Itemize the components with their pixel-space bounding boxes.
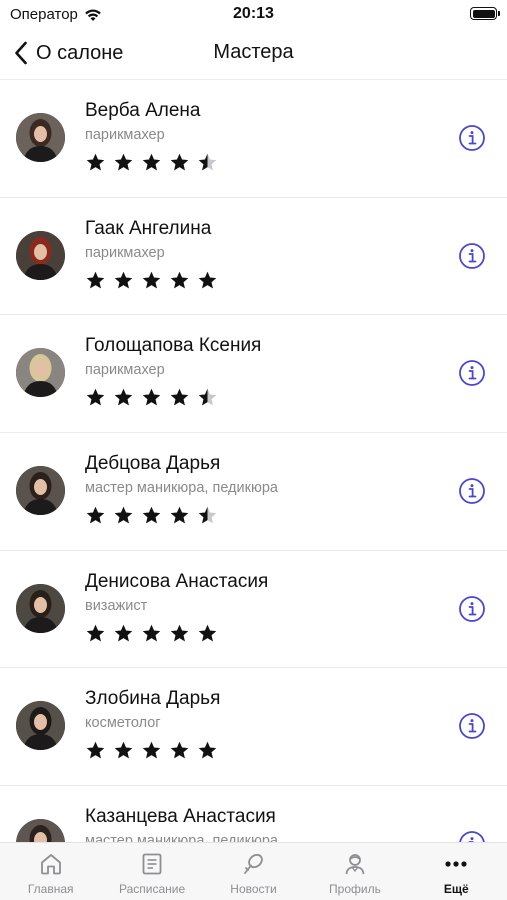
page-title: Мастера xyxy=(213,41,294,63)
master-name: Голощапова Ксения xyxy=(85,335,262,357)
master-role: парикмахер xyxy=(85,127,165,143)
star-icon xyxy=(170,271,189,289)
master-name: Верба Алена xyxy=(85,100,201,121)
star-icon xyxy=(142,624,161,642)
star-icon xyxy=(198,271,217,289)
list-item[interactable]: Гаак Ангелина парикмахер xyxy=(0,198,507,316)
status-bar: Оператор 20:13 xyxy=(0,0,507,28)
list-item[interactable]: Злобина Дарья косметолог xyxy=(0,668,507,787)
list-item[interactable]: Голощапова Ксения парикмахер xyxy=(0,315,507,434)
star-icon xyxy=(114,742,133,759)
tab-label: Профиль xyxy=(329,882,381,896)
star-icon xyxy=(86,153,105,171)
master-role: парикмахер xyxy=(85,362,165,379)
avatar xyxy=(16,113,65,162)
tab-label: Новости xyxy=(230,882,277,896)
master-role: мастер маникюра, педикюра xyxy=(85,480,278,497)
master-role: мастер маникюра, педикюра xyxy=(85,833,278,842)
avatar xyxy=(16,583,65,633)
rating-stars xyxy=(85,740,218,761)
star-icon xyxy=(170,742,189,759)
avatar xyxy=(16,701,65,751)
star-icon xyxy=(86,506,105,524)
more-icon xyxy=(445,861,467,867)
tab-home[interactable]: Главная xyxy=(0,843,101,900)
star-icon xyxy=(114,153,133,171)
star-icon xyxy=(170,389,189,406)
info-icon[interactable] xyxy=(458,359,486,387)
news-icon xyxy=(243,853,263,874)
star-icon xyxy=(198,389,217,406)
avatar xyxy=(16,230,65,280)
star-icon xyxy=(198,742,217,759)
star-icon xyxy=(142,742,161,759)
navigation-bar: О салоне Мастера xyxy=(0,28,507,80)
profile-icon xyxy=(345,854,365,875)
home-icon xyxy=(40,854,61,875)
master-role: косметолог xyxy=(85,715,161,732)
rating-stars xyxy=(85,270,218,291)
masters-list[interactable]: Верба Алена парикмахер Гаак Ангелина парикм… xyxy=(0,80,507,842)
star-icon xyxy=(114,506,133,524)
info-icon[interactable] xyxy=(458,242,486,270)
avatar xyxy=(16,819,65,842)
master-name: Злобина Дарья xyxy=(85,688,221,710)
tab-bar: Главная Расписание Новости Профиль Ещё xyxy=(0,842,507,900)
avatar xyxy=(16,466,65,516)
list-item[interactable]: Казанцева Анастасия мастер маникюра, педи… xyxy=(0,786,507,842)
master-name: Денисова Анастасия xyxy=(85,570,269,592)
star-icon xyxy=(114,624,133,642)
info-icon[interactable] xyxy=(458,124,486,152)
status-time: 20:13 xyxy=(233,5,274,22)
master-name: Казанцева Анастасия xyxy=(85,806,276,828)
schedule-icon xyxy=(142,853,162,875)
info-icon[interactable] xyxy=(458,712,486,740)
tab-news[interactable]: Новости xyxy=(203,843,304,900)
master-name: Гаак Ангелина xyxy=(85,217,212,239)
star-icon xyxy=(142,506,161,524)
list-item[interactable]: Дебцова Дарья мастер маникюра, педикюра xyxy=(0,433,507,551)
rating-stars xyxy=(85,505,218,526)
rating-stars xyxy=(85,387,218,408)
master-role: парикмахер xyxy=(85,244,165,261)
star-icon xyxy=(142,389,161,406)
tab-more[interactable]: Ещё xyxy=(406,843,507,900)
tab-label: Главная xyxy=(27,882,74,896)
rating-stars xyxy=(85,152,218,173)
list-item[interactable]: Верба Алена парикмахер xyxy=(0,80,507,198)
star-icon xyxy=(114,271,133,289)
master-name: Дебцова Дарья xyxy=(85,453,221,475)
star-icon xyxy=(86,271,105,289)
list-item[interactable]: Денисова Анастасия визажист xyxy=(0,551,507,669)
star-icon xyxy=(86,624,105,642)
master-role: визажист xyxy=(85,597,148,614)
star-icon xyxy=(142,271,161,289)
star-icon xyxy=(198,153,217,171)
info-icon[interactable] xyxy=(458,595,486,623)
tab-profile[interactable]: Профиль xyxy=(304,843,405,900)
info-icon[interactable] xyxy=(458,830,486,842)
tab-label: Расписание xyxy=(119,882,186,896)
star-icon xyxy=(170,153,189,171)
star-icon xyxy=(86,389,105,406)
star-icon xyxy=(86,742,105,759)
star-icon xyxy=(142,153,161,171)
rating-stars xyxy=(85,623,218,644)
star-icon xyxy=(198,506,217,524)
star-icon xyxy=(170,624,189,642)
battery-icon xyxy=(470,7,500,20)
info-icon[interactable] xyxy=(458,477,486,505)
star-icon xyxy=(198,624,217,642)
tab-schedule[interactable]: Расписание xyxy=(101,843,202,900)
avatar xyxy=(16,348,65,398)
star-icon xyxy=(114,389,133,406)
tab-label: Ещё xyxy=(443,882,469,896)
star-icon xyxy=(170,506,189,524)
